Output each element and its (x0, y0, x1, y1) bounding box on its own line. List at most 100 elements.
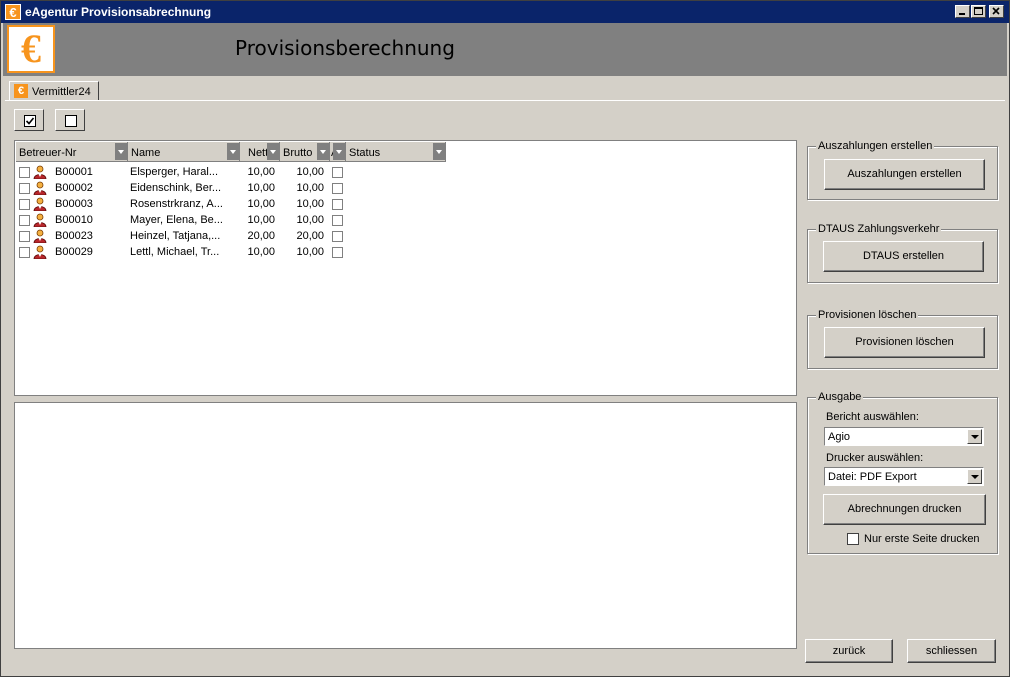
person-icon (33, 213, 47, 228)
column-header-name[interactable]: Name (128, 142, 240, 162)
column-filter-dropdown-icon[interactable] (433, 143, 445, 160)
page-title: Provisionsberechnung (235, 36, 455, 60)
detail-pane (14, 402, 797, 649)
bericht-select[interactable]: Agio (824, 427, 984, 446)
column-filter-dropdown-icon[interactable] (267, 143, 279, 160)
euro-icon: € (14, 84, 28, 98)
name-cell: Heinzel, Tatjana,... (130, 230, 221, 242)
close-button[interactable]: schliessen (907, 639, 996, 663)
euro-logo: € (7, 25, 55, 73)
person-icon (33, 197, 47, 212)
close-window-button[interactable] (989, 5, 1004, 18)
unchecked-box-icon (65, 115, 77, 127)
tab-vermittler24[interactable]: € Vermittler24 (9, 81, 99, 101)
row-select-checkbox[interactable] (19, 247, 30, 258)
netto-cell: 10,00 (247, 198, 275, 210)
first-page-checkbox[interactable] (847, 533, 859, 545)
provisionen-group: Provisionen löschen Provisionen löschen (807, 309, 998, 369)
select-all-button[interactable] (14, 109, 44, 131)
betreuer-nr-cell: B00023 (55, 230, 93, 242)
row-a-checkbox[interactable] (332, 215, 343, 226)
column-header-brutto[interactable]: Brutto (280, 142, 330, 162)
netto-cell: 10,00 (247, 214, 275, 226)
netto-cell: 20,00 (247, 230, 275, 242)
deselect-all-button[interactable] (55, 109, 85, 131)
column-filter-dropdown-icon[interactable] (115, 143, 127, 160)
provisionen-group-title: Provisionen löschen (816, 309, 919, 321)
table-row[interactable]: B00029 Lettl, Michael, Tr... 10,00 10,00 (16, 244, 796, 260)
window-title: eAgentur Provisionsabrechnung (25, 5, 212, 19)
row-a-checkbox[interactable] (332, 247, 343, 258)
auszahlungen-erstellen-button[interactable]: Auszahlungen erstellen (824, 159, 985, 190)
bericht-label: Bericht auswählen: (826, 411, 919, 423)
ausgabe-group-title: Ausgabe (816, 391, 864, 403)
betreuer-nr-cell: B00003 (55, 198, 93, 210)
row-a-checkbox[interactable] (332, 167, 343, 178)
person-icon (33, 165, 47, 180)
euro-app-icon: € (5, 4, 21, 20)
title-bar[interactable]: € eAgentur Provisionsabrechnung (1, 1, 1009, 23)
brutto-cell: 20,00 (296, 230, 324, 242)
maximize-icon (974, 7, 983, 15)
person-icon (33, 229, 47, 244)
dtaus-group: DTAUS Zahlungsverkehr DTAUS erstellen (807, 223, 998, 283)
brutto-cell: 10,00 (296, 182, 324, 194)
row-select-checkbox[interactable] (19, 167, 30, 178)
row-a-checkbox[interactable] (332, 231, 343, 242)
row-select-checkbox[interactable] (19, 231, 30, 242)
row-select-checkbox[interactable] (19, 183, 30, 194)
brutto-cell: 10,00 (296, 246, 324, 258)
main-window: € eAgentur Provisionsabrechnung € Provis… (0, 0, 1010, 677)
chevron-down-icon[interactable] (967, 429, 982, 444)
column-filter-dropdown-icon[interactable] (317, 143, 329, 160)
column-header-a[interactable]: A (330, 142, 346, 162)
table-row[interactable]: B00001 Elsperger, Haral... 10,00 10,00 (16, 164, 796, 180)
row-a-checkbox[interactable] (332, 183, 343, 194)
row-select-checkbox[interactable] (19, 199, 30, 210)
provisionen-loeschen-button[interactable]: Provisionen löschen (824, 327, 985, 358)
betreuer-nr-cell: B00001 (55, 166, 93, 178)
betreuer-nr-cell: B00002 (55, 182, 93, 194)
back-button[interactable]: zurück (805, 639, 893, 663)
drucker-label: Drucker auswählen: (826, 452, 924, 464)
brutto-cell: 10,00 (296, 214, 324, 226)
name-cell: Rosenstrkranz, A... (130, 198, 223, 210)
drucker-select[interactable]: Datei: PDF Export (824, 467, 984, 486)
close-icon (992, 7, 1000, 15)
dtaus-erstellen-button[interactable]: DTAUS erstellen (823, 241, 984, 272)
first-page-label: Nur erste Seite drucken (864, 533, 980, 545)
commission-table: Betreuer-Nr Name Netto Brutto A Status B… (14, 140, 797, 396)
brutto-cell: 10,00 (296, 198, 324, 210)
table-row[interactable]: B00023 Heinzel, Tatjana,... 20,00 20,00 (16, 228, 796, 244)
chevron-down-icon[interactable] (967, 469, 982, 484)
maximize-button[interactable] (971, 5, 986, 18)
netto-cell: 10,00 (247, 246, 275, 258)
person-icon (33, 245, 47, 260)
dtaus-group-title: DTAUS Zahlungsverkehr (816, 223, 942, 235)
name-cell: Eidenschink, Ber... (130, 182, 222, 194)
betreuer-nr-cell: B00029 (55, 246, 93, 258)
name-cell: Lettl, Michael, Tr... (130, 246, 220, 258)
brutto-cell: 10,00 (296, 166, 324, 178)
column-header-netto[interactable]: Netto (240, 142, 280, 162)
table-row[interactable]: B00003 Rosenstrkranz, A... 10,00 10,00 (16, 196, 796, 212)
minimize-button[interactable] (955, 5, 970, 18)
auszahlungen-group: Auszahlungen erstellen Auszahlungen erst… (807, 140, 998, 200)
person-icon (33, 181, 47, 196)
column-filter-dropdown-icon[interactable] (333, 143, 345, 160)
column-header-betreuer-nr[interactable]: Betreuer-Nr (16, 142, 128, 162)
auszahlungen-group-title: Auszahlungen erstellen (816, 140, 935, 152)
column-header-status[interactable]: Status (346, 142, 446, 162)
row-a-checkbox[interactable] (332, 199, 343, 210)
name-cell: Mayer, Elena, Be... (130, 214, 223, 226)
row-select-checkbox[interactable] (19, 215, 30, 226)
minimize-icon (959, 13, 965, 15)
table-row[interactable]: B00002 Eidenschink, Ber... 10,00 10,00 (16, 180, 796, 196)
betreuer-nr-cell: B00010 (55, 214, 93, 226)
name-cell: Elsperger, Haral... (130, 166, 219, 178)
abrechnungen-drucken-button[interactable]: Abrechnungen drucken (823, 494, 986, 525)
table-row[interactable]: B00010 Mayer, Elena, Be... 10,00 10,00 (16, 212, 796, 228)
column-filter-dropdown-icon[interactable] (227, 143, 239, 160)
page-header: € Provisionsberechnung (3, 23, 1007, 76)
netto-cell: 10,00 (247, 166, 275, 178)
